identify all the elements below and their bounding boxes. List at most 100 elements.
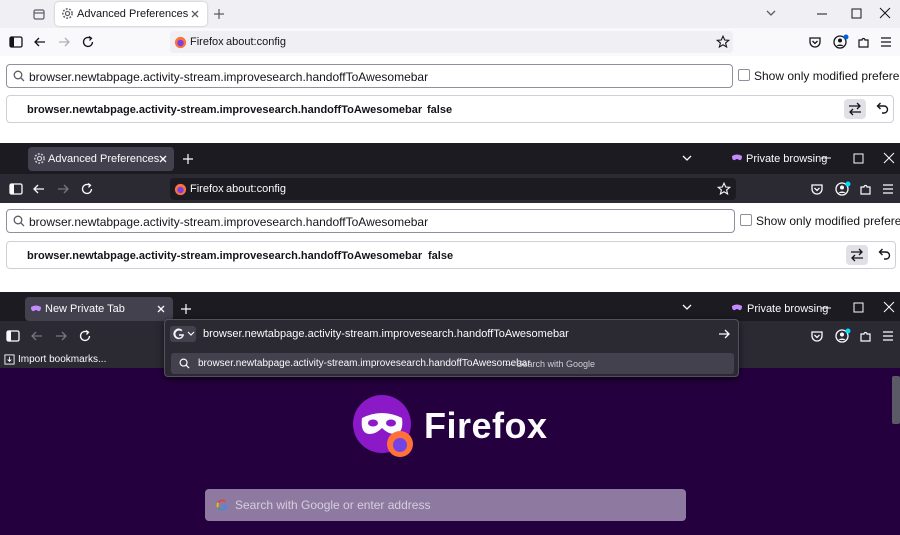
urlbar-popup: browser.newtabpage.activity-stream.impro…	[164, 319, 739, 377]
maximize-icon[interactable]	[853, 153, 864, 164]
sidebar-icon[interactable]	[6, 329, 20, 343]
chevron-down-icon[interactable]	[681, 302, 693, 312]
minimize-icon[interactable]	[820, 153, 832, 163]
identity-label: Firefox	[190, 183, 224, 195]
search-engine-button[interactable]	[170, 326, 196, 342]
search-icon	[13, 70, 25, 82]
pref-value: false	[428, 250, 454, 262]
search-icon	[179, 358, 190, 369]
arrow-right-icon[interactable]	[718, 328, 731, 340]
tab-overview-icon[interactable]	[32, 7, 46, 21]
show-modified-checkbox[interactable]	[738, 69, 750, 81]
private-mask-icon	[30, 304, 42, 314]
scrollbar-thumb[interactable]	[892, 376, 900, 424]
minimize-icon[interactable]	[820, 303, 832, 313]
pref-search-input[interactable]: browser.newtabpage.activity-stream.impro…	[6, 209, 735, 233]
chevron-down-icon[interactable]	[681, 153, 693, 163]
forward-icon	[56, 182, 70, 196]
reload-icon[interactable]	[81, 35, 95, 49]
gear-icon	[33, 152, 46, 165]
menu-icon[interactable]	[882, 183, 894, 195]
gear-icon	[61, 7, 74, 20]
pref-search-value: browser.newtabpage.activity-stream.impro…	[29, 215, 429, 229]
reset-icon	[878, 248, 891, 260]
tab-advanced-preferences[interactable]: Advanced Preferences	[28, 147, 174, 171]
show-modified-checkbox[interactable]	[740, 214, 752, 226]
minimize-icon[interactable]	[816, 9, 828, 19]
star-icon[interactable]	[716, 35, 730, 49]
account-icon[interactable]	[835, 328, 851, 344]
pref-value: false	[427, 104, 453, 116]
pocket-icon[interactable]	[810, 182, 824, 196]
tab-title: Advanced Preferences	[77, 8, 189, 20]
menu-icon[interactable]	[882, 330, 894, 342]
reset-button[interactable]	[871, 99, 893, 119]
close-icon[interactable]	[153, 301, 169, 317]
identity-box[interactable]: Firefox	[174, 35, 224, 49]
chevron-down-icon[interactable]	[765, 8, 777, 18]
dark-window: Advanced Preferences Private browsing Fi…	[0, 143, 900, 289]
search-suggestion-row[interactable]: browser.newtabpage.activity-stream.impro…	[171, 353, 734, 374]
tab-new-private[interactable]: New Private Tab	[25, 297, 173, 321]
tab-advanced-preferences[interactable]: Advanced Preferences	[55, 2, 207, 26]
import-bookmarks-link[interactable]: Import bookmarks...	[18, 354, 106, 365]
maximize-icon[interactable]	[851, 8, 862, 19]
sidebar-icon[interactable]	[9, 35, 23, 49]
sidebar-icon[interactable]	[9, 182, 23, 196]
tab-strip: Advanced Preferences Private browsing	[0, 143, 900, 174]
plus-icon[interactable]	[179, 302, 193, 316]
suggestion-action: — Search with Google	[505, 359, 596, 369]
account-icon[interactable]	[835, 181, 851, 197]
pocket-icon[interactable]	[808, 35, 822, 49]
close-icon[interactable]	[155, 151, 171, 167]
private-browsing-label: Private browsing	[746, 153, 828, 165]
pref-row: browser.newtabpage.activity-stream.impro…	[6, 241, 896, 269]
toggle-button[interactable]	[844, 99, 866, 119]
pref-search-value: browser.newtabpage.activity-stream.impro…	[29, 70, 429, 84]
firefox-icon	[174, 36, 187, 49]
search-icon	[13, 215, 25, 227]
private-search-input[interactable]: Search with Google or enter address	[205, 489, 686, 521]
reload-icon[interactable]	[80, 182, 94, 196]
pref-name: browser.newtabpage.activity-stream.impro…	[27, 250, 423, 262]
url-bar[interactable]: Firefox about:config	[170, 178, 736, 200]
urlbar-input[interactable]: browser.newtabpage.activity-stream.impro…	[203, 328, 569, 340]
pref-search-input[interactable]: browser.newtabpage.activity-stream.impro…	[6, 64, 733, 88]
star-icon[interactable]	[717, 182, 731, 196]
account-icon[interactable]	[833, 34, 849, 50]
plus-icon[interactable]	[181, 152, 195, 166]
plus-icon[interactable]	[212, 7, 226, 21]
back-icon[interactable]	[32, 182, 46, 196]
tab-strip: Advanced Preferences	[0, 0, 900, 28]
private-mask-icon	[731, 303, 743, 313]
toggle-button[interactable]	[846, 245, 868, 265]
toggle-icon	[851, 248, 863, 262]
url-text: about:config	[226, 36, 286, 48]
forward-icon	[54, 329, 68, 343]
url-text: about:config	[226, 183, 286, 195]
extensions-icon[interactable]	[859, 329, 873, 343]
import-icon	[4, 354, 15, 365]
toggle-icon	[849, 102, 861, 116]
back-icon[interactable]	[33, 35, 47, 49]
chevron-down-icon	[187, 331, 195, 337]
maximize-icon[interactable]	[853, 302, 864, 313]
suggestion-text: browser.newtabpage.activity-stream.impro…	[198, 358, 531, 369]
private-firefox-logo	[352, 394, 418, 460]
reset-button[interactable]	[873, 245, 895, 265]
show-modified-label: Show only modified preferences	[754, 69, 900, 83]
identity-box[interactable]: Firefox	[174, 182, 224, 196]
back-icon	[30, 329, 44, 343]
menu-icon[interactable]	[880, 36, 892, 48]
extensions-icon[interactable]	[859, 182, 873, 196]
close-icon[interactable]	[187, 6, 203, 22]
reload-icon[interactable]	[78, 329, 92, 343]
close-icon[interactable]	[883, 152, 895, 164]
close-icon[interactable]	[879, 7, 891, 19]
url-bar[interactable]: Firefox about:config	[170, 31, 733, 53]
close-icon[interactable]	[883, 301, 895, 313]
pocket-icon[interactable]	[810, 329, 824, 343]
extensions-icon[interactable]	[857, 35, 871, 49]
reset-icon	[876, 102, 889, 114]
firefox-brand-word: Firefox	[424, 405, 548, 446]
